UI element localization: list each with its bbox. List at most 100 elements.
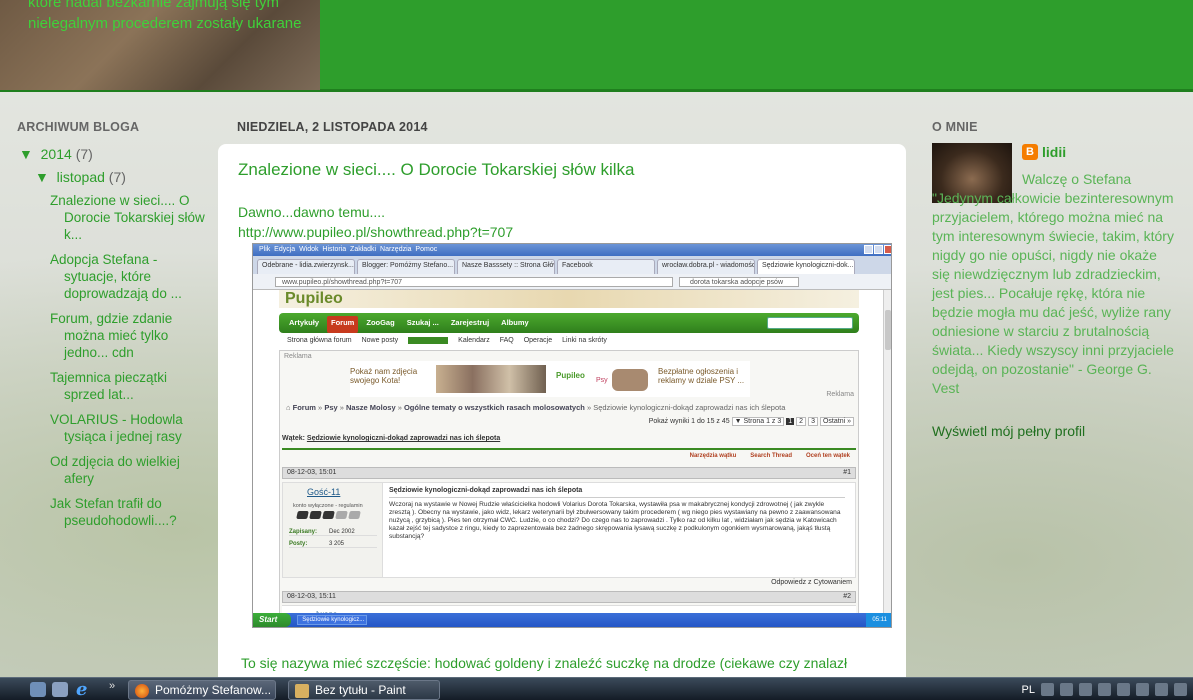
year-count: (7) — [75, 146, 93, 162]
blog-header: które nadal bezkarnie zajmują się tym ni… — [0, 0, 1193, 92]
year-link[interactable]: 2014 — [41, 146, 72, 162]
breadcrumb-item: Nasze Molosy — [346, 403, 396, 412]
tray-app-icon[interactable] — [1136, 683, 1149, 696]
maximize-icon — [874, 245, 883, 254]
forum-post-title: Sędziowie kynologiczni-dokąd zaprowadzi … — [389, 487, 845, 498]
volume-icon[interactable] — [1098, 683, 1111, 696]
xp-taskbar: Start Sędziowie kynologicz... 05:11 — [253, 613, 891, 627]
tray-arrow-icon[interactable] — [1041, 683, 1054, 696]
collapse-toggle-icon[interactable]: ▼ — [19, 146, 33, 162]
post-date-header: NIEDZIELA, 2 LISTOPADA 2014 — [237, 120, 428, 134]
menu-item: Narzędzia — [380, 246, 412, 253]
post-header-bar: 08-12-03, 15:01 #1 — [282, 467, 856, 479]
paw-icon — [322, 511, 335, 519]
xp-clock: 05:11 — [866, 613, 891, 627]
collapse-toggle-icon[interactable]: ▼ — [35, 169, 49, 185]
archive-post-list: Znalezione w sieci.... O Dorocie Tokarsk… — [50, 192, 210, 537]
archive-post-link[interactable]: VOLARIUS - Hodowla tysiąca i jednej rasy — [50, 411, 210, 445]
tray-app-icon[interactable] — [1174, 683, 1187, 696]
author-name: Gość-11 — [307, 487, 341, 497]
site-nav-item: Albumy — [501, 318, 529, 327]
joined-label: Zapisany: — [289, 529, 318, 535]
battery-icon[interactable] — [1117, 683, 1130, 696]
browser-address-bar: www.pupileo.pl/showthread.php?t=707 — [275, 277, 673, 287]
site-nav: Artykuły Forum ZooGag Szukaj ... Zarejes… — [279, 313, 859, 333]
archive-post-link[interactable]: Tajemnica pieczątki sprzed lat... — [50, 369, 210, 403]
site-subnav: Strona główna forum Nowe posty Kalendarz… — [287, 337, 607, 344]
paint-icon — [295, 684, 309, 698]
author-role: konto wyłączone - regulamin — [293, 503, 363, 509]
windows-taskbar: e » Pomóżmy Stefanow... Bez tytułu - Pai… — [0, 677, 1193, 700]
menu-item: Edycja — [274, 246, 296, 253]
show-desktop-icon[interactable] — [30, 682, 46, 697]
blogger-icon: B — [1022, 144, 1038, 160]
menu-item: Widok — [299, 246, 319, 253]
archive-year[interactable]: ▼ 2014 (7) — [19, 146, 93, 162]
language-indicator[interactable]: PL — [1022, 684, 1035, 696]
browser-tabs: Odebrane - lidia.zwierzynsk... Blogger: … — [253, 256, 891, 274]
thread-tool: Oceń ten wątek — [805, 453, 850, 459]
archive-sidebar: ARCHIWUM BLOGA ▼ 2014 (7) ▼ listopad (7)… — [17, 120, 207, 528]
archive-post-link[interactable]: Adopcja Stefana - sytuacje, które doprow… — [50, 251, 210, 302]
quick-launch-more[interactable]: » — [109, 680, 115, 692]
taskbar-item-label: Pomóżmy Stefanow... — [155, 683, 272, 697]
switch-windows-icon[interactable] — [52, 682, 68, 697]
home-icon: ⌂ — [286, 403, 291, 412]
embedded-screenshot[interactable]: Plik Edycja Widok Historia Zakładki Narz… — [252, 243, 892, 628]
close-icon — [884, 245, 891, 254]
about-sidebar: O MNIE B lidii Walczę o Stefana "Jedynym… — [932, 120, 1177, 439]
subnav-item: Operacje — [523, 337, 553, 344]
paw-icon — [309, 511, 322, 519]
breadcrumb-item: Psy — [324, 403, 338, 412]
subnav-item: Linki na skróty — [562, 337, 607, 344]
start-button: Start — [253, 613, 292, 627]
archive-post-link[interactable]: Znalezione w sieci.... O Dorocie Tokarsk… — [50, 192, 210, 243]
archive-post-link[interactable]: Od zdjęcia do wielkiej afery — [50, 453, 210, 487]
paw-icon — [296, 511, 309, 519]
archive-post-link[interactable]: Jak Stefan trafił do pseudohodowli....? — [50, 495, 210, 529]
subnav-item: FAQ — [499, 337, 514, 344]
full-profile-link[interactable]: Wyświetl mój pełny profil — [932, 423, 1085, 439]
taskbar-item-firefox[interactable]: Pomóżmy Stefanow... — [128, 680, 276, 700]
site-banner: Pupileo — [279, 290, 859, 308]
taskbar-item-paint[interactable]: Bez tytułu - Paint — [288, 680, 440, 700]
profile-bio: Walczę o Stefana "Jedynym całkowicie bez… — [932, 171, 1174, 396]
site-nav-item: Artykuły — [289, 318, 320, 327]
browser-scrollbar — [883, 290, 891, 615]
archive-heading: ARCHIWUM BLOGA — [17, 120, 140, 134]
forum-post: Gość-11 konto wyłączone - regulamin Zapi… — [282, 482, 856, 578]
subnav-item: Kalendarz — [458, 337, 490, 344]
menu-item: Zakładki — [350, 246, 377, 253]
xp-task-item: Sędziowie kynologicz... — [297, 615, 368, 625]
tray-app-icon[interactable] — [1155, 683, 1168, 696]
site-nav-item: Zarejestruj — [450, 318, 490, 327]
thread-tool: Narzędzia wątku — [689, 453, 737, 459]
archive-post-link[interactable]: Forum, gdzie zdanie można mieć tylko jed… — [50, 310, 210, 361]
ad-psy: Psy — [596, 377, 608, 384]
pager-link: 3 — [808, 417, 818, 426]
bluetooth-icon[interactable] — [1079, 683, 1092, 696]
post-container: Znalezione w sieci.... O Dorocie Tokarsk… — [218, 144, 906, 684]
thread-tool: Search Thread — [750, 453, 792, 459]
browser-tab: wrocław.dobra.pl - wiadomości z... — [657, 259, 755, 274]
month-count: (7) — [108, 169, 126, 185]
ad-left-text: Pokaż nam zdjęcia swojego Kota! — [350, 367, 418, 385]
post-source-link[interactable]: http://www.pupileo.pl/showthread.php?t=7… — [238, 224, 513, 240]
header-image: które nadal bezkarnie zajmują się tym ni… — [0, 0, 320, 90]
post-title[interactable]: Znalezione w sieci.... O Dorocie Tokarsk… — [238, 160, 635, 180]
thread-title: Sędziowie kynologiczni-dokąd zaprowadzi … — [306, 435, 501, 442]
profile-name-link[interactable]: lidii — [1042, 144, 1066, 160]
author-posts: Posty: 3 205 — [289, 541, 377, 548]
breadcrumb-item: Forum — [292, 403, 316, 412]
window-controls — [864, 245, 891, 254]
internet-explorer-icon[interactable]: e — [76, 679, 87, 700]
header-text: które nadal bezkarnie zajmują się tym ni… — [28, 0, 302, 32]
month-link[interactable]: listopad — [57, 169, 105, 185]
forum-content: Reklama Pokaż nam zdjęcia swojego Kota! … — [279, 350, 859, 625]
network-icon[interactable] — [1060, 683, 1073, 696]
posts-value: 3 205 — [329, 541, 345, 547]
site-search — [767, 317, 853, 329]
archive-month[interactable]: ▼ listopad (7) — [35, 169, 126, 185]
forum-breadcrumb: ⌂ Forum » Psy » Nasze Molosy » Ogólne te… — [286, 403, 786, 412]
ad-dog-image — [612, 369, 648, 391]
